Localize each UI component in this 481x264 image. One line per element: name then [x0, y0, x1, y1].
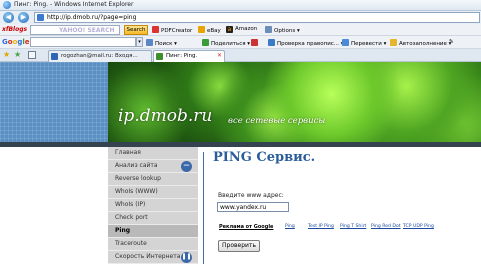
sidebar-menu: Главная Анализ сайта — Reverse lookup Who… — [108, 147, 198, 264]
pdfcreator-label: PDFCreator — [161, 28, 193, 34]
amazon-button[interactable]: a Amazon — [226, 26, 257, 33]
share-label: Поделиться — [211, 41, 246, 47]
sidebar-item-reverse-lookup[interactable]: Reverse lookup — [108, 173, 198, 186]
navigation-bar: ◀ ▶ http://ip.dmob.ru/?page=ping — [0, 11, 481, 24]
chevron-down-icon[interactable]: ▾ — [136, 37, 143, 47]
options-label: Options — [274, 28, 296, 34]
gear-icon — [265, 26, 272, 33]
page-icon — [156, 53, 163, 60]
ad-link-test-ip-ping[interactable]: Test IP Ping — [308, 224, 334, 229]
sidebar-item-traceroute[interactable]: Traceroute — [108, 238, 198, 251]
sidebar-item-home[interactable]: Главная — [108, 147, 198, 160]
amazon-label: Amazon — [235, 26, 258, 32]
translate-label: Перевести — [351, 41, 382, 47]
window-title: Пинг: Ping. - Windows Internet Explorer — [14, 1, 134, 8]
sidebar-item-ping[interactable]: Ping — [108, 225, 198, 238]
sidebar-item-label: WhoIs (WWW) — [115, 188, 158, 195]
forward-arrow-icon[interactable]: ▶ — [18, 12, 29, 23]
search-button[interactable]: Search — [124, 25, 148, 35]
sidebar-item-label: Главная — [115, 149, 141, 156]
add-favorites-icon[interactable]: ★ — [14, 51, 21, 59]
wrench-icon[interactable]: ✎ — [449, 39, 454, 45]
share-icon — [202, 39, 209, 46]
autofill-label: Автозаполнение — [399, 41, 447, 47]
share-button[interactable]: Поделиться ▾ — [202, 39, 250, 47]
sidebar-item-whois-www[interactable]: WhoIs (WWW) — [108, 186, 198, 199]
window-title-bar: Пинг: Ping. - Windows Internet Explorer — [0, 0, 481, 11]
sidebar-item-label: Скорость Интернета — [115, 253, 181, 260]
banner-pattern — [0, 62, 108, 142]
ebay-button[interactable]: eBay — [198, 26, 221, 34]
address-input[interactable] — [217, 202, 289, 212]
page-icon — [37, 14, 44, 21]
ad-link-ping[interactable]: Ping — [285, 224, 295, 229]
quick-tabs-icon[interactable] — [28, 51, 36, 59]
translate-button[interactable]: Перевести ▾ — [342, 39, 386, 47]
yahoo-search-input[interactable]: YAHOO! SEARCH — [30, 25, 120, 35]
autofill-button[interactable]: Автозаполнение ▾ — [390, 39, 451, 47]
spellcheck-button[interactable]: Проверка правопис... ▾ — [268, 39, 344, 47]
page-title: PING Сервис. — [213, 150, 316, 165]
address-label: Введите www адрес: — [218, 192, 284, 199]
sidebar-item-label: WhoIs (IP) — [115, 201, 146, 208]
yahoo-toolbar: xfBlogs YAHOO! SEARCH Search PDFCreator … — [0, 24, 481, 36]
ie-logo-icon — [3, 1, 11, 9]
ebay-label: eBay — [207, 28, 221, 34]
spellcheck-label: Проверка правопис... — [277, 41, 340, 47]
ad-link-ping-t-shirt[interactable]: Ping T Shirt — [340, 224, 366, 229]
ad-link-tcp-udp-ping[interactable]: TCP UDP Ping — [403, 224, 434, 229]
site-title[interactable]: ip.dmob.ru — [118, 106, 212, 126]
tab-mail-label: rogozhan@mail.ru: Входя... — [61, 53, 138, 59]
bookmark-icon — [251, 39, 258, 46]
ad-link-ping-red-dot[interactable]: Ping Red Dot — [371, 224, 401, 229]
toolbar-logo: xfBlogs — [2, 26, 28, 33]
sidebar-item-label: Анализ сайта — [115, 162, 158, 169]
banner-image — [108, 62, 481, 142]
address-bar[interactable]: http://ip.dmob.ru/?page=ping — [34, 12, 480, 23]
google-ads-link[interactable]: Реклама от Google — [219, 224, 273, 230]
google-logo: Google — [2, 38, 30, 46]
tab-ping[interactable]: Пинг: Ping. ✕ — [153, 50, 225, 62]
autofill-icon — [390, 39, 397, 46]
sidebar-item-check-port[interactable]: Check port — [108, 212, 198, 225]
sidebar-item-whois-ip[interactable]: WhoIs (IP) — [108, 199, 198, 212]
bookmark-button[interactable] — [251, 39, 260, 47]
mail-icon — [51, 53, 58, 60]
search-label: Поиск — [155, 41, 173, 47]
sidebar-item-label: Ping — [115, 227, 131, 234]
content-divider — [203, 152, 204, 264]
spellcheck-icon — [268, 39, 275, 46]
sidebar-item-label: Reverse lookup — [115, 175, 161, 182]
google-search-input[interactable] — [30, 37, 136, 47]
tab-ping-label: Пинг: Ping. — [166, 53, 198, 59]
more-icon[interactable]: — — [181, 161, 192, 172]
tab-mail[interactable]: rogozhan@mail.ru: Входя... — [48, 50, 152, 62]
left-gutter — [0, 147, 108, 264]
ebay-icon — [198, 26, 205, 33]
options-button[interactable]: Options ▾ — [265, 26, 300, 34]
pdfcreator-button[interactable]: PDFCreator — [152, 26, 192, 34]
pause-icon[interactable]: ❚❚ — [181, 252, 192, 263]
address-url: http://ip.dmob.ru/?page=ping — [47, 14, 137, 21]
close-icon[interactable]: ✕ — [217, 51, 222, 61]
favorites-star-icon[interactable]: ★ — [3, 51, 10, 59]
back-arrow-icon[interactable]: ◀ — [3, 12, 14, 23]
google-search-button[interactable]: Поиск ▾ — [146, 39, 177, 47]
search-icon — [146, 39, 153, 46]
google-toolbar: Google ▾ Поиск ▾ Поделиться ▾ Проверка п… — [0, 36, 481, 49]
translate-icon — [342, 39, 349, 46]
sidebar-item-site-analysis[interactable]: Анализ сайта — — [108, 160, 198, 173]
sidebar-item-internet-speed[interactable]: Скорость Интернета ❚❚ — [108, 251, 198, 264]
sidebar-item-label: Check port — [115, 214, 148, 221]
amazon-icon: a — [226, 26, 233, 33]
pdf-icon — [152, 26, 159, 33]
tab-bar: ★ ★ rogozhan@mail.ru: Входя... Пинг: Pin… — [0, 49, 481, 62]
check-button[interactable]: Проверить — [218, 240, 260, 252]
site-subtitle: все сетевые сервисы — [228, 116, 326, 126]
sidebar-item-label: Traceroute — [115, 240, 147, 247]
